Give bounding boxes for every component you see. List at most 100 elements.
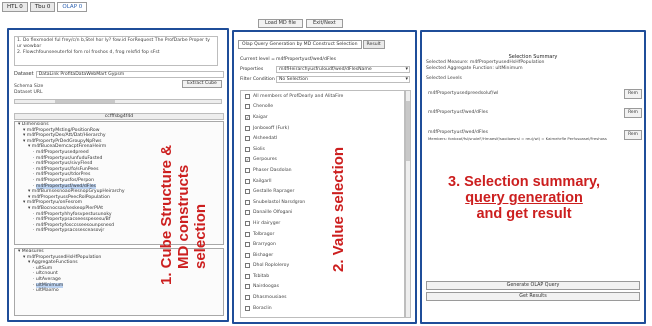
horizontal-scrollbar[interactable] (14, 99, 222, 104)
value-option[interactable]: Bishager (241, 250, 404, 261)
checkbox-icon[interactable] (245, 189, 250, 195)
remove-level-button[interactable]: Rem (624, 89, 642, 99)
value-option[interactable]: Tolbragor (241, 229, 404, 240)
value-option[interactable]: Siolis (241, 144, 404, 155)
tab-html[interactable]: HTL 0 (2, 2, 28, 12)
value-option[interactable]: ✓ Gerpoures (241, 155, 404, 166)
checkbox-icon[interactable] (245, 220, 250, 226)
checkbox-icon[interactable] (245, 252, 250, 258)
value-option-label: Chenolle (253, 104, 274, 110)
value-option[interactable]: Danaille Olfogani (241, 208, 404, 219)
value-option[interactable]: Alsheedatl (241, 133, 404, 144)
value-option[interactable]: Dhasmousiaes (241, 292, 404, 303)
value-option[interactable]: Tsbitab (241, 271, 404, 282)
value-option[interactable]: Gestalle Raprager (241, 186, 404, 197)
query-text-area[interactable]: 1. Do flexmodel ful frey/c/n b,Stel hor … (14, 36, 218, 66)
value-list[interactable]: All members of ProfDearly and AlitaFire C… (240, 90, 405, 318)
checkbox-icon[interactable] (245, 199, 250, 205)
properties-label: Properties (240, 66, 264, 72)
value-option-label: Alsheedatl (253, 136, 278, 142)
dataset-url-label: Dataset URL (14, 90, 43, 95)
value-option[interactable]: Hir dairyger (241, 218, 404, 229)
checkbox-icon[interactable] (245, 146, 250, 152)
value-option[interactable]: Jonboxoff (Furk) (241, 123, 404, 134)
value-option-label: Tolbragor (253, 231, 275, 237)
tree-node-label: Dimensions (21, 122, 49, 127)
value-option[interactable]: Kailgarll (241, 176, 404, 187)
filter-condition-row: Filter Condition No Selection (240, 75, 410, 83)
checkbox-icon[interactable] (245, 242, 250, 248)
value-option[interactable]: Boraclin (241, 303, 404, 314)
checkbox-icon[interactable] (245, 305, 250, 311)
annotation-line: 1. Cube Structure & (158, 144, 175, 285)
value-option-label: Nairdoogas (253, 284, 279, 290)
checkbox-icon[interactable] (245, 263, 250, 269)
value-option-label: Tsbitab (253, 273, 270, 279)
remove-level-button[interactable]: Rem (624, 108, 642, 118)
properties-select[interactable]: m4fHeirarchyusfruloudf/wed/dFlesName (276, 65, 410, 73)
checkbox-checked-icon[interactable]: ✓ (245, 114, 250, 120)
tree-node-label: m4fPropertyhhyfosvpestusunoky (35, 211, 112, 217)
get-results-button[interactable]: Get Results (426, 292, 640, 301)
dataset-row: Dataset DataLink ProfitaDataWebMart Gyps… (14, 70, 224, 78)
value-option-label: Bishager (253, 252, 274, 258)
annotation-line: and get result (476, 206, 572, 222)
value-option-label: Brarrygon (253, 242, 276, 248)
remove-level-button[interactable]: Rem (624, 130, 642, 140)
value-option-label: Hir dairyger (253, 220, 281, 226)
value-option[interactable]: Snubelastol Narsdgron (241, 197, 404, 208)
checkbox-icon[interactable] (245, 210, 250, 216)
scrollbar-thumb[interactable] (406, 101, 410, 161)
value-option[interactable]: All members of ProfDearly and AlitaFire (241, 91, 404, 102)
value-option[interactable]: Brarrygon (241, 239, 404, 250)
filter-condition-select[interactable]: No Selection (276, 75, 410, 83)
current-level-label: Current level = (240, 56, 275, 62)
selected-aggregate-function: Selected Aggregate Function: ultMinimum (426, 66, 523, 71)
tree-node-label: m4fPropertyus/fo/sFunPees (35, 166, 99, 172)
checkbox-checked-icon[interactable]: ✓ (245, 157, 250, 163)
checkbox-icon[interactable] (245, 273, 250, 279)
cube-tree-header: ccfffsbg4f4d (14, 113, 224, 120)
checkbox-icon[interactable] (245, 178, 250, 184)
extract-cube-button[interactable]: Extract Cube (182, 80, 222, 88)
tab-olap-query-generation[interactable]: Olap Query Generation by MD Construct Se… (238, 40, 362, 49)
checkbox-icon[interactable] (245, 93, 250, 99)
tree-node-label: m4fPropertyfosccsseesounpsnesd (35, 222, 115, 228)
document-tabs: HTL 0 Tbu 0 OLAP 0 (2, 2, 88, 12)
value-list-scrollbar[interactable] (405, 90, 411, 318)
annotation-line: query generation (465, 190, 583, 206)
dataset-input[interactable]: DataLink ProfitaDataWebMart Gypsm (35, 70, 224, 78)
value-option[interactable]: Dhol Roploleroy (241, 261, 404, 272)
tree-node-label: m4fPropertyMsting/PositionRow (26, 127, 100, 133)
checkbox-icon[interactable] (245, 284, 250, 290)
scrollbar-thumb[interactable] (55, 100, 115, 103)
checkbox-icon[interactable] (245, 136, 250, 142)
tab-result[interactable]: Result (362, 40, 385, 49)
load-md-file-button[interactable]: Load MD file (258, 19, 303, 28)
tree-node-label: ultMinimum (35, 282, 64, 288)
value-option[interactable]: Nairdoogas (241, 282, 404, 293)
tree-node-label: ultcnount (35, 271, 58, 277)
checkbox-icon[interactable] (245, 104, 250, 110)
checkbox-icon[interactable] (245, 125, 250, 131)
tab-tbu[interactable]: Tbu 0 (29, 2, 56, 12)
tree-node-label: AggregateFunctions (31, 260, 78, 266)
value-option[interactable]: Phaser Dasdolan (241, 165, 404, 176)
query-text-line: 1. Do flexmodel ful frey/c/n b,Stel hor … (17, 38, 211, 49)
value-option[interactable]: Chenolle (241, 102, 404, 113)
checkbox-icon[interactable] (245, 231, 250, 237)
annotation-selection-summary: 3. Selection summary, query generation a… (448, 174, 600, 222)
tab-olap[interactable]: OLAP 0 (57, 2, 88, 12)
checkbox-icon[interactable] (245, 295, 250, 301)
value-option-label: Jonboxoff (Furk) (253, 125, 290, 131)
exit-next-button[interactable]: Exit/Next (305, 19, 343, 28)
tree-node[interactable]: · ultMaxmo (15, 288, 223, 294)
value-option[interactable]: ✓ Kaigar (241, 112, 404, 123)
tree-node-label: m4fPropertyusfos/Perpon (35, 177, 95, 183)
selected-level-item: m4fPropertyusedpreedsoluf/wl (428, 91, 499, 96)
generate-olap-query-button[interactable]: Generate OLAP Query (426, 281, 640, 290)
selection-summary-rows: Selected Measure: m4fPropertyusedHsHfPop… (426, 60, 544, 82)
tree-node-label: m4fPropertyus/tdorPres (35, 172, 91, 178)
checkbox-icon[interactable] (245, 167, 250, 173)
selected-levels-list: m4fPropertyusedpreedsoluf/wl Rem m4fProp… (426, 88, 642, 156)
